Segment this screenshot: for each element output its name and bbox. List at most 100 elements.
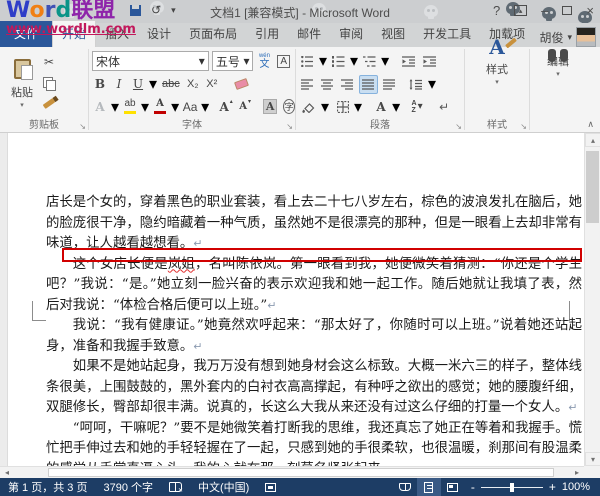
- close-button[interactable]: ×: [586, 3, 594, 18]
- collapse-ribbon-button[interactable]: ∧: [587, 119, 594, 130]
- align-left-button[interactable]: [299, 75, 316, 94]
- document-left-edge: [0, 133, 8, 466]
- justify-button[interactable]: [359, 75, 378, 94]
- tab-design[interactable]: 设计: [138, 21, 180, 47]
- vertical-scrollbar-thumb[interactable]: [586, 151, 599, 223]
- tab-developer[interactable]: 开发工具: [414, 21, 480, 47]
- enclose-characters-button[interactable]: 字: [281, 97, 297, 116]
- shrink-font-button[interactable]: A: [237, 97, 253, 116]
- scroll-down-icon[interactable]: ▾: [585, 452, 600, 466]
- vertical-scrollbar[interactable]: ▴ ▾: [584, 133, 600, 466]
- underline-button[interactable]: U: [130, 75, 146, 94]
- decrease-indent-button[interactable]: [400, 52, 418, 71]
- zoom-slider-thumb[interactable]: [510, 483, 514, 492]
- web-layout-button[interactable]: [441, 478, 465, 496]
- clear-formatting-button[interactable]: [233, 75, 250, 94]
- wordlm-url: www.wordlm.com: [6, 23, 136, 36]
- distribute-button[interactable]: [381, 75, 398, 94]
- zoom-percentage[interactable]: 100%: [562, 481, 590, 493]
- page-indicator[interactable]: 第 1 页，共 3 页: [0, 479, 95, 495]
- borders-button[interactable]: [335, 97, 351, 116]
- bold-button[interactable]: B: [92, 75, 108, 94]
- superscript-button[interactable]: X²: [204, 75, 220, 94]
- highlight-color-button[interactable]: ab: [122, 97, 138, 116]
- proofing-status[interactable]: [161, 482, 190, 492]
- styles-button[interactable]: A 样式 ▾: [484, 50, 510, 69]
- align-right-button[interactable]: [339, 75, 356, 94]
- word-window: ↺ ▾ 文档1 [兼容模式] - Microsoft Word ? ▴ – × …: [0, 0, 600, 496]
- group-editing: 编辑 ▾: [530, 47, 586, 132]
- font-name-combobox[interactable]: 宋体▾: [92, 51, 209, 71]
- strikethrough-button[interactable]: abc: [160, 75, 182, 94]
- align-center-button[interactable]: [319, 75, 336, 94]
- grow-font-button[interactable]: A: [218, 97, 234, 116]
- zoom-control: - + 100%: [465, 481, 600, 493]
- paragraph[interactable]: 这个女店长便是岚姐，名叫陈依岚。第一眼看到我，她便微笑着猜测：“你还是个学生吧？…: [46, 255, 582, 317]
- maximize-button[interactable]: [562, 6, 572, 15]
- ribbon-display-options-button[interactable]: ▴: [514, 5, 527, 16]
- account-area[interactable]: 胡俊 ▾: [539, 27, 600, 47]
- underline-dropdown-icon[interactable]: ▾: [149, 74, 157, 94]
- zoom-out-button[interactable]: -: [471, 482, 475, 492]
- clipboard-dialog-launcher[interactable]: ↘: [79, 122, 86, 131]
- undo-icon[interactable]: ↺: [151, 3, 161, 17]
- numbering-button[interactable]: [330, 52, 347, 71]
- shading-button[interactable]: [299, 97, 318, 116]
- zoom-slider[interactable]: [481, 487, 543, 488]
- paste-button[interactable]: 粘贴 ▾: [3, 50, 41, 114]
- format-painter-button[interactable]: [41, 94, 57, 113]
- font-color-button[interactable]: A: [152, 97, 168, 116]
- help-button[interactable]: ?: [493, 3, 500, 18]
- print-layout-button[interactable]: [417, 478, 441, 496]
- line-spacing-button[interactable]: [407, 75, 425, 94]
- paragraph[interactable]: 我说：“我有健康证。”她竟然欢呼起来：“那太好了，你随时可以上班。”说着她还站起…: [46, 316, 582, 357]
- proofing-book-icon: [169, 482, 182, 492]
- horizontal-scrollbar[interactable]: ◂ ▸: [0, 466, 584, 478]
- minimize-button[interactable]: –: [541, 3, 548, 18]
- tab-view[interactable]: 视图: [372, 21, 414, 47]
- read-mode-button[interactable]: [393, 478, 417, 496]
- subscript-button[interactable]: X₂: [185, 75, 201, 94]
- multilevel-list-button[interactable]: [361, 52, 378, 71]
- tab-mailings[interactable]: 邮件: [288, 21, 330, 47]
- font-size-combobox[interactable]: 五号▾: [212, 51, 254, 71]
- show-hide-marks-button[interactable]: ↵: [436, 97, 452, 116]
- avatar[interactable]: [576, 27, 596, 47]
- macro-record[interactable]: [257, 483, 284, 492]
- paragraph[interactable]: 店长是个女的，穿着黑色的职业套装，看上去二十七八岁左右，棕色的波浪发扎在脑后，她…: [46, 193, 582, 255]
- group-styles: A 样式 ▾ 样式 ↘: [465, 47, 529, 132]
- cut-button[interactable]: ✂: [41, 52, 57, 71]
- zoom-in-button[interactable]: +: [549, 482, 556, 492]
- language-indicator[interactable]: 中文(中国): [190, 479, 257, 495]
- sort-button[interactable]: AZ ▾: [409, 97, 425, 116]
- paragraph-dialog-launcher[interactable]: ↘: [455, 122, 462, 131]
- character-shading-button[interactable]: A: [262, 97, 278, 116]
- copy-button[interactable]: [41, 73, 57, 92]
- scroll-up-icon[interactable]: ▴: [585, 133, 600, 147]
- styles-dialog-launcher[interactable]: ↘: [520, 122, 527, 131]
- horizontal-scrollbar-thumb[interactable]: [48, 468, 554, 477]
- text-effects-button[interactable]: A: [92, 97, 108, 116]
- document-text[interactable]: 店长是个女的，穿着黑色的职业套装，看上去二十七八岁左右，棕色的波浪发扎在脑后，她…: [8, 133, 584, 466]
- bullets-button[interactable]: [299, 52, 316, 71]
- asian-layout-button[interactable]: A: [373, 97, 389, 116]
- italic-button[interactable]: I: [111, 75, 127, 94]
- print-layout-icon: [424, 482, 433, 493]
- document-area[interactable]: 店长是个女的，穿着黑色的职业套装，看上去二十七八岁左右，棕色的波浪发扎在脑后，她…: [0, 133, 584, 466]
- editing-button[interactable]: 编辑 ▾: [545, 50, 571, 69]
- customize-qat-dropdown-icon[interactable]: ▾: [171, 5, 176, 16]
- tab-review[interactable]: 审阅: [330, 21, 372, 47]
- change-case-button[interactable]: Aa: [182, 97, 198, 116]
- user-name: 胡俊: [539, 29, 563, 46]
- tab-page-layout[interactable]: 页面布局: [180, 21, 246, 47]
- tab-references[interactable]: 引用: [246, 21, 288, 47]
- word-count[interactable]: 3790 个字: [95, 479, 161, 495]
- character-border-button[interactable]: A: [275, 52, 292, 71]
- paragraph[interactable]: “呵呵，干嘛呢？”要不是她微笑着打断我的思维，我还真忘了她正在等着和我握手。慌忙…: [46, 419, 582, 467]
- group-label-font: 字体: [89, 116, 295, 131]
- increase-indent-button[interactable]: [421, 52, 439, 71]
- paragraph[interactable]: 如果不是她站起身，我万万没有想到她身材会这么标致。大概一米六三的样子，整体线条很…: [46, 357, 582, 419]
- phonetic-guide-button[interactable]: wén 文: [256, 52, 272, 71]
- font-dialog-launcher[interactable]: ↘: [286, 122, 293, 131]
- paragraph-mark: ↵: [193, 340, 202, 353]
